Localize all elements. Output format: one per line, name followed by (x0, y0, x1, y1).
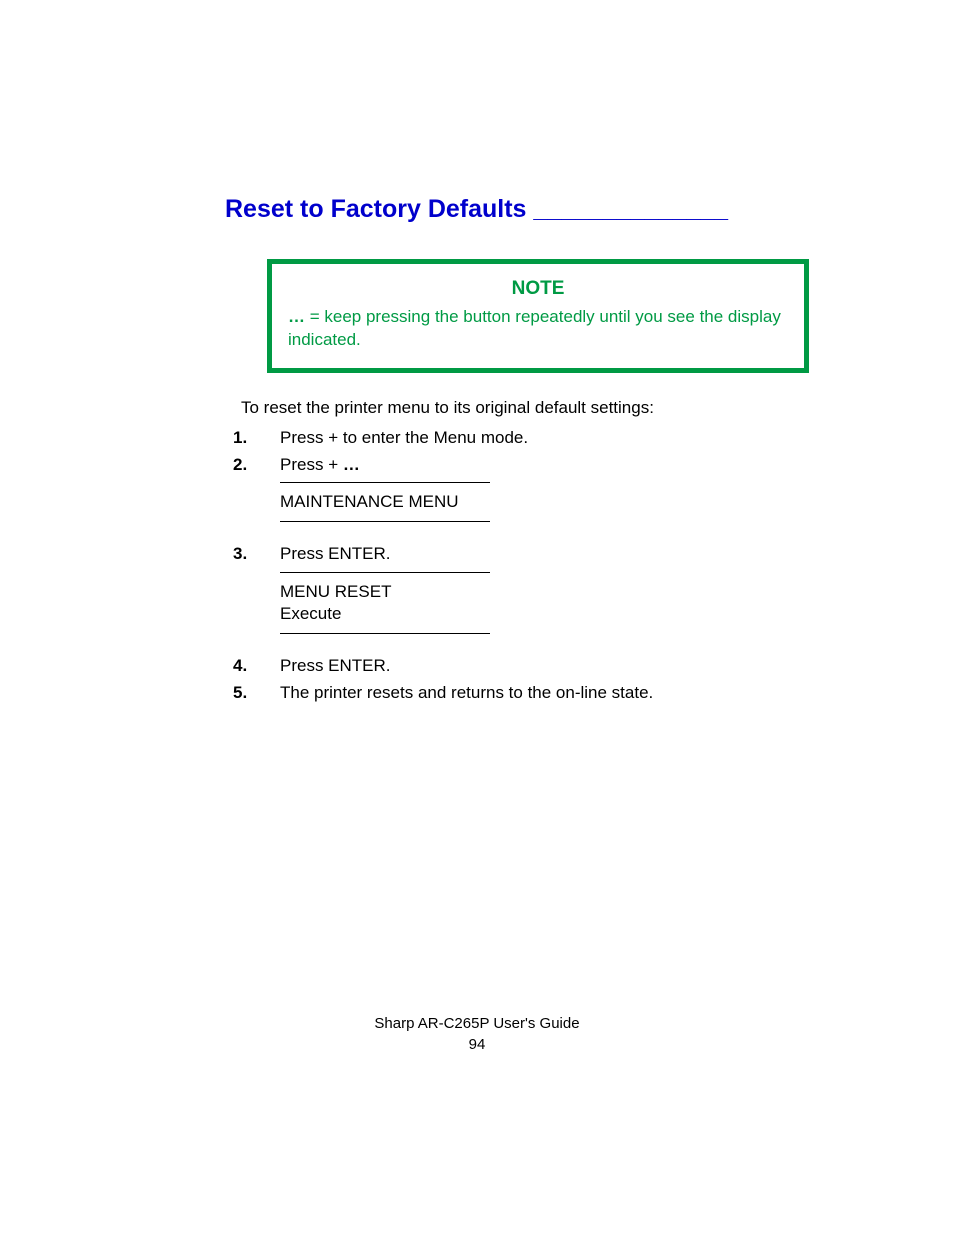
lcd-display: MENU RESET Execute (280, 572, 490, 634)
note-body: = keep pressing the button repeatedly un… (288, 307, 781, 349)
steps-list: 1. Press + to enter the Menu mode. 2. Pr… (233, 426, 839, 705)
lcd-line: MENU RESET (280, 581, 490, 603)
note-title: NOTE (288, 278, 788, 300)
page-footer: Sharp AR-C265P User's Guide 94 (0, 1013, 954, 1055)
step-content: The printer resets and returns to the on… (280, 681, 839, 706)
step-4: 4. Press ENTER. (233, 654, 839, 679)
step-3: 3. Press ENTER. MENU RESET Execute (233, 542, 839, 652)
lcd-display: MAINTENANCE MENU (280, 482, 490, 522)
intro-text: To reset the printer menu to its origina… (241, 398, 839, 418)
lcd-line: Execute (280, 603, 490, 625)
step-2: 2. Press + … MAINTENANCE MENU (233, 453, 839, 541)
step-number: 2. (233, 453, 280, 541)
footer-title: Sharp AR-C265P User's Guide (0, 1013, 954, 1034)
note-ellipsis: … (288, 307, 305, 326)
step-content: Press ENTER. (280, 654, 839, 679)
note-text: … = keep pressing the button repeatedly … (288, 306, 788, 352)
note-box: NOTE … = keep pressing the button repeat… (267, 259, 809, 373)
page-number: 94 (0, 1034, 954, 1055)
step-content: Press + … MAINTENANCE MENU (280, 453, 839, 541)
step-number: 3. (233, 542, 280, 652)
step-1: 1. Press + to enter the Menu mode. (233, 426, 839, 451)
step-5: 5. The printer resets and returns to the… (233, 681, 839, 706)
step-number: 1. (233, 426, 280, 451)
lcd-line: MAINTENANCE MENU (280, 491, 490, 513)
step-number: 5. (233, 681, 280, 706)
section-heading: Reset to Factory Defaults ______________ (225, 195, 839, 224)
step-content: Press ENTER. MENU RESET Execute (280, 542, 839, 652)
step-number: 4. (233, 654, 280, 679)
step-content: Press + to enter the Menu mode. (280, 426, 839, 451)
